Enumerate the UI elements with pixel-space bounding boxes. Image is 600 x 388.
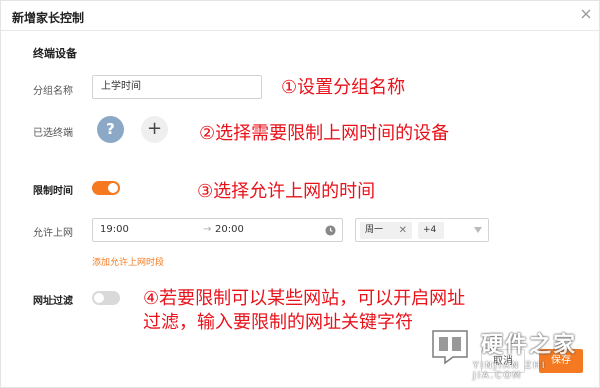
device-avatar[interactable]: ? bbox=[97, 116, 124, 143]
clock-icon bbox=[325, 225, 336, 236]
annotation-step3: ③选择允许上网的时间 bbox=[197, 181, 376, 202]
tag-close-icon[interactable]: ✕ bbox=[399, 222, 407, 239]
watermark-logo-icon bbox=[432, 330, 468, 365]
group-name-label: 分组名称 bbox=[33, 86, 73, 97]
add-device-button[interactable]: + bbox=[141, 116, 168, 143]
chevron-down-icon bbox=[474, 227, 482, 233]
close-icon[interactable] bbox=[580, 8, 592, 20]
annotation-step2: ②选择需要限制上网时间的设备 bbox=[199, 123, 450, 144]
time-arrow: → bbox=[203, 224, 212, 235]
restrict-time-toggle[interactable] bbox=[92, 181, 120, 195]
dialog-title: 新增家长控制 bbox=[12, 11, 85, 25]
section-title-devices: 终端设备 bbox=[33, 47, 77, 60]
day-tag-label: 周一 bbox=[365, 225, 384, 235]
annotation-step4-line2: 过滤，输入要限制的网址关键字符 bbox=[143, 312, 413, 333]
url-filter-toggle[interactable] bbox=[92, 291, 120, 305]
day-tag: 周一 ✕ bbox=[360, 222, 412, 239]
annotation-step1: ①设置分组名称 bbox=[281, 77, 406, 98]
time-end[interactable]: 20:00 bbox=[215, 224, 244, 235]
allow-online-label: 允许上网 bbox=[33, 228, 73, 239]
time-range-picker[interactable]: 19:00 → 20:00 bbox=[92, 218, 343, 242]
days-select[interactable]: 周一 ✕ +4 bbox=[355, 218, 489, 242]
day-tag-more: +4 bbox=[418, 222, 444, 239]
selected-devices-label: 已选终端 bbox=[33, 128, 73, 139]
add-period-link[interactable]: 添加允许上网时段 bbox=[92, 255, 164, 268]
watermark-title: 硬件之家 bbox=[481, 333, 578, 358]
restrict-time-label: 限制时间 bbox=[33, 186, 73, 197]
parental-control-dialog: 新增家长控制 终端设备 分组名称 上学时间 已选终端 ? + 限制时间 允许上网… bbox=[0, 0, 600, 388]
toggle-knob bbox=[94, 293, 104, 303]
toggle-knob bbox=[108, 183, 118, 193]
dialog-titlebar: 新增家长控制 bbox=[1, 1, 600, 31]
time-start[interactable]: 19:00 bbox=[100, 224, 129, 235]
annotation-step4-line1: ④若要限制可以某些网站，可以开启网址 bbox=[143, 288, 466, 309]
url-filter-label: 网址过滤 bbox=[33, 296, 73, 307]
watermark-subtitle: YINJIAN ZHI JIA.COM bbox=[473, 361, 547, 381]
watermark: 硬件之家 YINJIAN ZHI JIA.COM bbox=[429, 321, 589, 383]
group-name-input[interactable]: 上学时间 bbox=[92, 75, 262, 99]
